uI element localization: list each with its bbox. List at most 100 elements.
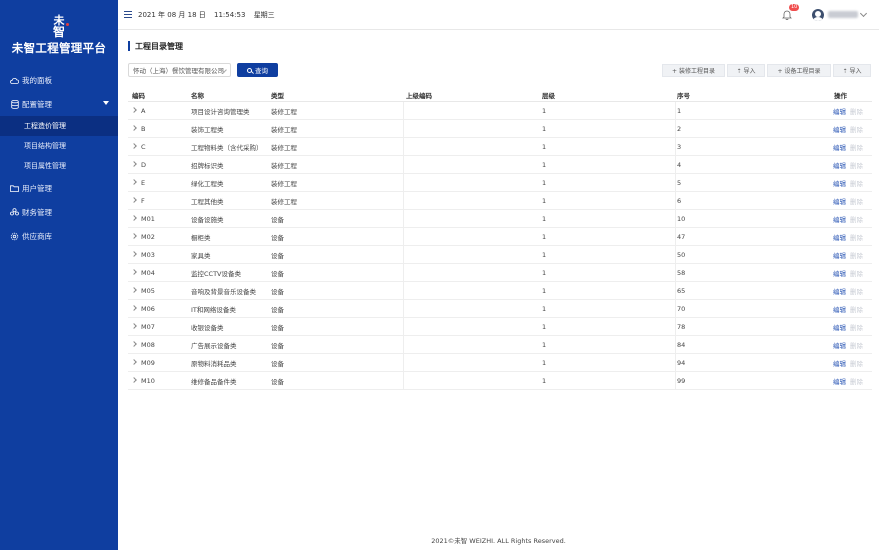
table-row[interactable]: M07 收银设备类 设备 1 78 编辑 删除 [128,318,872,336]
chevron-right-icon[interactable] [131,124,137,131]
delete-link[interactable]: 删除 [850,288,863,296]
edit-link[interactable]: 编辑 [833,288,846,296]
username-blurred[interactable] [828,11,858,18]
edit-link[interactable]: 编辑 [833,234,846,242]
delete-link[interactable]: 删除 [850,270,863,278]
sidebar-item-users[interactable]: 用户管理 [0,176,118,200]
cell-code[interactable]: M01 [131,214,155,223]
table-row[interactable]: M09 原物料消耗品类 设备 1 94 编辑 删除 [128,354,872,372]
sidebar-item-dashboard[interactable]: 我的面板 [0,68,118,92]
add-decoration-catalog-button[interactable]: + 装修工程目录 [662,64,725,77]
cell-code[interactable]: M07 [131,322,155,331]
delete-link[interactable]: 删除 [850,252,863,260]
menu-toggle-icon[interactable] [124,11,132,18]
edit-link[interactable]: 编辑 [833,108,846,116]
cell-type: 设备 [271,341,284,350]
edit-link[interactable]: 编辑 [833,378,846,386]
cell-code[interactable]: M03 [131,250,155,259]
edit-link[interactable]: 编辑 [833,324,846,332]
delete-link[interactable]: 删除 [850,144,863,152]
delete-link[interactable]: 删除 [850,324,863,332]
edit-link[interactable]: 编辑 [833,216,846,224]
table-row[interactable]: F 工程其他类 装修工程 1 6 编辑 删除 [128,192,872,210]
table-row[interactable]: M03 家具类 设备 1 50 编辑 删除 [128,246,872,264]
table-row[interactable]: M01 设备设施类 设备 1 10 编辑 删除 [128,210,872,228]
cell-code[interactable]: M05 [131,286,155,295]
delete-link[interactable]: 删除 [850,216,863,224]
cell-code[interactable]: C [131,142,146,151]
table-row[interactable]: M05 音响及背景音乐设备类 设备 1 65 编辑 删除 [128,282,872,300]
table-row[interactable]: M04 监控CCTV设备类 设备 1 58 编辑 删除 [128,264,872,282]
add-equipment-catalog-button[interactable]: + 设备工程目录 [767,64,831,77]
chevron-right-icon[interactable] [131,340,137,347]
cell-code[interactable]: D [131,160,146,169]
table-row[interactable]: M06 IT和网络设备类 设备 1 70 编辑 删除 [128,300,872,318]
chevron-right-icon[interactable] [131,322,137,329]
cell-op: 编辑 删除 [833,304,863,314]
query-button[interactable]: 查询 [237,63,278,77]
edit-link[interactable]: 编辑 [833,180,846,188]
delete-link[interactable]: 删除 [850,126,863,134]
cell-code[interactable]: A [131,106,145,115]
delete-link[interactable]: 删除 [850,342,863,350]
edit-link[interactable]: 编辑 [833,342,846,350]
cell-code[interactable]: M02 [131,232,155,241]
delete-link[interactable]: 删除 [850,360,863,368]
delete-link[interactable]: 删除 [850,234,863,242]
chevron-right-icon[interactable] [131,214,137,221]
cell-code[interactable]: M10 [131,376,155,385]
table-row[interactable]: C 工程物料类（含代采购） 装修工程 1 3 编辑 删除 [128,138,872,156]
cell-code[interactable]: M08 [131,340,155,349]
chevron-right-icon[interactable] [131,178,137,185]
table-row[interactable]: M02 橱柜类 设备 1 47 编辑 删除 [128,228,872,246]
delete-link[interactable]: 删除 [850,306,863,314]
edit-link[interactable]: 编辑 [833,198,846,206]
chevron-right-icon[interactable] [131,304,137,311]
chevron-right-icon[interactable] [131,142,137,149]
delete-link[interactable]: 删除 [850,108,863,116]
edit-link[interactable]: 编辑 [833,360,846,368]
edit-link[interactable]: 编辑 [833,252,846,260]
sidebar-item-suppliers[interactable]: 供应商库 [0,224,118,248]
sidebar-item-attribute-management[interactable]: 项目属性管理 [0,156,118,176]
edit-link[interactable]: 编辑 [833,162,846,170]
delete-link[interactable]: 删除 [850,162,863,170]
chevron-right-icon[interactable] [131,106,137,113]
cell-code[interactable]: B [131,124,145,133]
delete-link[interactable]: 删除 [850,180,863,188]
cell-code[interactable]: E [131,178,145,187]
chevron-down-icon[interactable] [859,9,868,18]
table-row[interactable]: A 项目设计咨询管理类 装修工程 1 1 编辑 删除 [128,102,872,120]
sidebar-item-structure-management[interactable]: 项目结构管理 [0,136,118,156]
table-row[interactable]: B 装饰工程类 装修工程 1 2 编辑 删除 [128,120,872,138]
chevron-right-icon[interactable] [131,376,137,383]
avatar[interactable] [812,9,824,21]
table-row[interactable]: D 招牌标识类 装修工程 1 4 编辑 删除 [128,156,872,174]
sidebar-item-finance[interactable]: 财务管理 [0,200,118,224]
edit-link[interactable]: 编辑 [833,306,846,314]
sidebar-item-cost-management[interactable]: 工程造价管理 [0,116,118,136]
sidebar-item-config[interactable]: 配置管理 [0,92,118,116]
import-decoration-button[interactable]: ⇡ 导入 [727,64,765,77]
chevron-right-icon[interactable] [131,358,137,365]
cell-code[interactable]: M06 [131,304,155,313]
cell-code[interactable]: F [131,196,145,205]
edit-link[interactable]: 编辑 [833,270,846,278]
chevron-right-icon[interactable] [131,250,137,257]
table-row[interactable]: M10 维修备品备件类 设备 1 99 编辑 删除 [128,372,872,390]
import-equipment-button[interactable]: ⇡ 导入 [833,64,871,77]
chevron-right-icon[interactable] [131,160,137,167]
delete-link[interactable]: 删除 [850,378,863,386]
edit-link[interactable]: 编辑 [833,126,846,134]
chevron-right-icon[interactable] [131,268,137,275]
chevron-right-icon[interactable] [131,196,137,203]
company-select[interactable]: 怀动（上海）餐饮管理有限公司 [128,63,231,77]
delete-link[interactable]: 删除 [850,198,863,206]
cell-code[interactable]: M04 [131,268,155,277]
edit-link[interactable]: 编辑 [833,144,846,152]
cell-code[interactable]: M09 [131,358,155,367]
chevron-right-icon[interactable] [131,286,137,293]
table-row[interactable]: M08 广告展示设备类 设备 1 84 编辑 删除 [128,336,872,354]
table-row[interactable]: E 绿化工程类 装修工程 1 5 编辑 删除 [128,174,872,192]
chevron-right-icon[interactable] [131,232,137,239]
